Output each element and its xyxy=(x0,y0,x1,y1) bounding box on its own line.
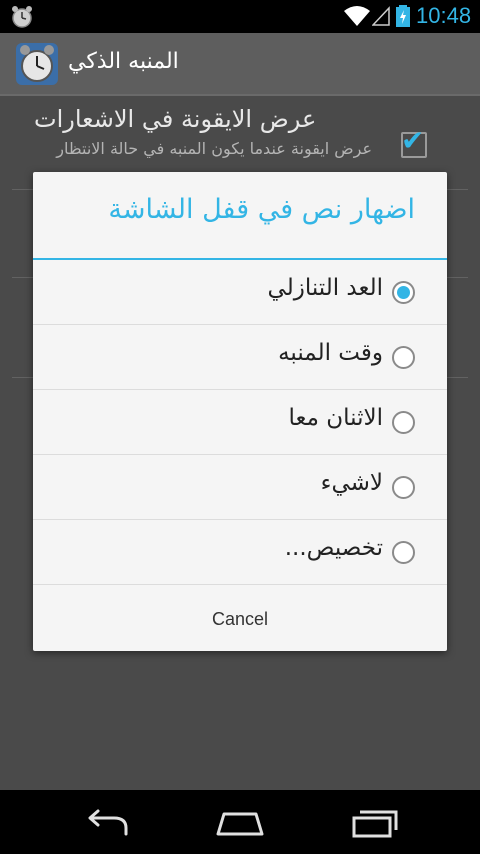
alarm-clock-icon[interactable] xyxy=(14,41,60,87)
status-bar: 10:48 xyxy=(0,0,480,33)
checkmark-icon: ✔ xyxy=(401,124,425,157)
signal-icon xyxy=(372,6,390,26)
status-clock: 10:48 xyxy=(416,3,472,28)
option-nothing[interactable]: لاشيء xyxy=(33,455,447,520)
option-label: العد التنازلي xyxy=(267,275,383,301)
alarm-clock-icon xyxy=(12,6,32,28)
wifi-icon xyxy=(344,6,370,26)
battery-charging-icon xyxy=(396,5,410,27)
radio-button-selected[interactable] xyxy=(392,281,415,304)
preference-checkbox[interactable]: ✔ xyxy=(401,124,427,158)
app-title: المنبه الذكي xyxy=(68,49,179,74)
option-both[interactable]: الاثنان معا xyxy=(33,390,447,455)
preference-title: عرض الايقونة في الاشعارات xyxy=(34,105,317,133)
navigation-bar xyxy=(0,790,480,854)
option-alarm-time[interactable]: وقت المنبه xyxy=(33,325,447,390)
radio-button[interactable] xyxy=(392,541,415,564)
option-label: تخصيص... xyxy=(284,535,383,561)
lockscreen-text-dialog: اضهار نص في قفل الشاشة العد التنازلي وقت… xyxy=(33,172,447,651)
option-custom[interactable]: تخصيص... xyxy=(33,520,447,585)
back-icon[interactable] xyxy=(82,806,132,840)
cancel-button[interactable]: Cancel xyxy=(33,587,447,651)
radio-button[interactable] xyxy=(392,346,415,369)
dialog-title: اضهار نص في قفل الشاشة xyxy=(108,194,415,225)
radio-button[interactable] xyxy=(392,411,415,434)
radio-dot xyxy=(397,286,410,299)
recent-apps-icon[interactable] xyxy=(350,806,400,840)
option-countdown[interactable]: العد التنازلي xyxy=(33,260,447,325)
action-bar: المنبه الذكي xyxy=(0,33,480,96)
radio-button[interactable] xyxy=(392,476,415,499)
option-label: وقت المنبه xyxy=(278,340,383,366)
home-icon[interactable] xyxy=(215,806,265,840)
option-label: الاثنان معا xyxy=(288,405,383,431)
option-label: لاشيء xyxy=(320,470,383,496)
